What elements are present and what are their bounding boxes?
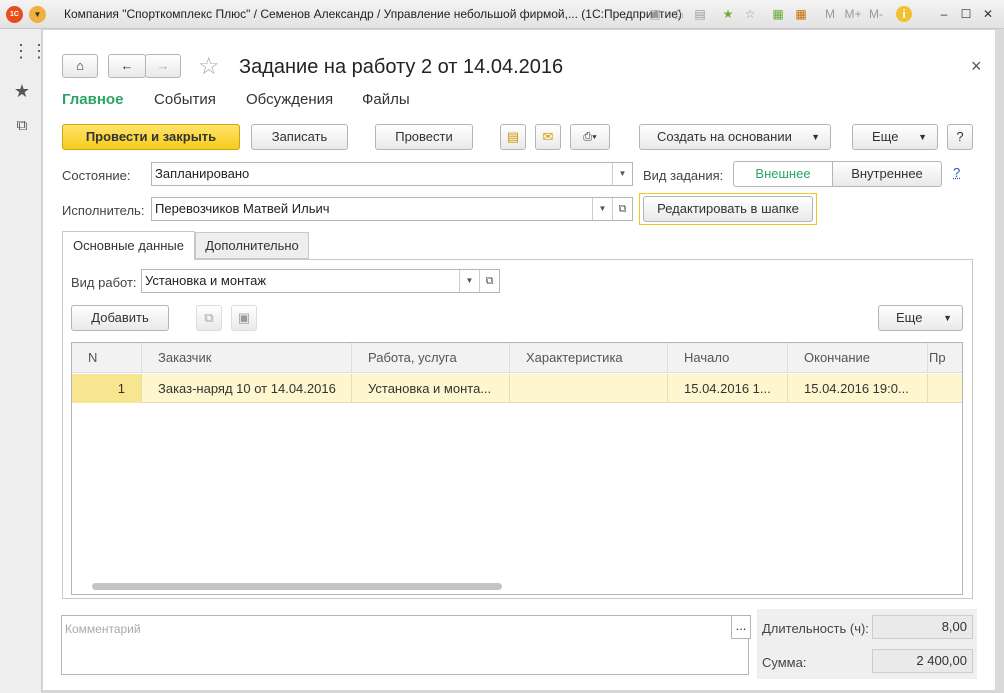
window-title: Компания "Спорткомплекс Плюс" / Семенов … — [64, 7, 682, 21]
task-type-external-toggle[interactable]: Внешнее — [733, 161, 833, 187]
favorites-add-icon[interactable]: ★ — [720, 6, 736, 22]
window-border — [995, 29, 1004, 693]
tab-files[interactable]: Файлы — [362, 91, 410, 108]
task-type-help-link[interactable]: ? — [953, 165, 960, 180]
executor-label: Исполнитель: — [62, 203, 145, 218]
calendar-icon[interactable]: ▦ — [793, 6, 809, 22]
help-button[interactable]: ? — [947, 124, 973, 150]
post-button[interactable]: Провести — [375, 124, 473, 150]
open-icon[interactable]: ⧉ — [612, 198, 632, 220]
tab-events[interactable]: События — [154, 91, 216, 108]
tab-discussions[interactable]: Обсуждения — [246, 91, 333, 108]
task-type-internal-toggle[interactable]: Внутреннее — [832, 161, 942, 187]
print-icon[interactable]: ⎙ — [670, 6, 686, 22]
column-header-more[interactable]: Пр — [928, 343, 962, 373]
memory-m-button[interactable]: M — [822, 6, 838, 22]
main-menu-icon[interactable]: ▼ — [29, 6, 46, 23]
sidebar: ⋮⋮ ★ ⧉ — [0, 29, 48, 693]
memory-minus-button[interactable]: M- — [866, 6, 886, 22]
state-label: Состояние: — [62, 168, 131, 183]
column-header-characteristic[interactable]: Характеристика — [510, 343, 668, 373]
email-icon[interactable]: ✉ — [535, 124, 561, 150]
state-value: Запланировано — [155, 166, 250, 181]
cell-characteristic — [510, 374, 668, 403]
favorite-star-icon[interactable]: ☆ — [198, 52, 220, 81]
copy-icon[interactable]: ⧉ — [196, 305, 222, 331]
works-table: N Заказчик Работа, услуга Характеристика… — [71, 342, 963, 595]
column-header-n[interactable]: N — [72, 343, 142, 373]
chevron-down-icon[interactable]: ▼ — [592, 198, 612, 220]
info-icon[interactable]: i — [896, 6, 912, 22]
tab-basic-data[interactable]: Основные данные — [62, 231, 195, 260]
forward-button[interactable]: → — [145, 54, 181, 78]
open-icon[interactable]: ⧉ — [479, 270, 499, 292]
comment-placeholder: Комментарий — [65, 622, 141, 636]
more-button[interactable]: Еще ▼ — [852, 124, 938, 150]
edit-in-header-button[interactable]: Редактировать в шапке — [643, 196, 813, 222]
title-bar: 1С ▼ Компания "Спорткомплекс Плюс" / Сем… — [0, 0, 1004, 29]
chevron-down-icon[interactable]: ▼ — [459, 270, 479, 292]
column-header-customer[interactable]: Заказчик — [142, 343, 352, 373]
maximize-icon[interactable]: ☐ — [958, 6, 974, 22]
paste-icon[interactable]: ▣ — [231, 305, 257, 331]
cell-customer: Заказ-наряд 10 от 14.04.2016 — [142, 374, 352, 403]
cell-n: 1 — [72, 374, 142, 403]
back-button[interactable]: ← — [108, 54, 146, 78]
add-button[interactable]: Добавить — [71, 305, 169, 331]
chevron-down-icon: ▼ — [811, 132, 820, 142]
close-form-icon[interactable]: × — [971, 56, 982, 77]
bookmark-icon[interactable]: ☆ — [742, 6, 758, 22]
close-window-icon[interactable]: ✕ — [980, 6, 996, 22]
form-area: ⌂ ← → ☆ Задание на работу 2 от 14.04.201… — [43, 30, 995, 690]
duration-label: Длительность (ч): — [762, 621, 869, 636]
home-button[interactable]: ⌂ — [62, 54, 98, 78]
minimize-icon[interactable]: – — [936, 6, 952, 22]
table-row[interactable]: 1 Заказ-наряд 10 от 14.04.2016 Установка… — [72, 374, 962, 403]
save-button[interactable]: Записать — [251, 124, 348, 150]
memory-plus-button[interactable]: M+ — [842, 6, 864, 22]
calculator-icon[interactable]: ▦ — [770, 6, 786, 22]
table-more-button[interactable]: Еще ▼ — [878, 305, 963, 331]
history-icon[interactable]: ⧉ — [12, 117, 32, 137]
more-label: Еще — [872, 129, 899, 144]
post-and-close-button[interactable]: Провести и закрыть — [62, 124, 240, 150]
chevron-down-icon: ▼ — [918, 132, 927, 142]
apps-grid-icon[interactable]: ⋮⋮ — [12, 41, 48, 61]
chevron-down-icon[interactable]: ▼ — [612, 163, 632, 185]
executor-value: Перевозчиков Матвей Ильич — [155, 201, 330, 216]
cell-more — [928, 374, 962, 403]
report-icon[interactable]: ▤ — [500, 124, 526, 150]
work-type-value: Установка и монтаж — [145, 273, 267, 288]
favorites-star-icon[interactable]: ★ — [12, 81, 32, 101]
work-type-label: Вид работ: — [71, 275, 137, 290]
tab-main[interactable]: Главное — [62, 91, 123, 108]
state-field[interactable]: Запланировано ▼ — [151, 162, 633, 186]
sum-label: Сумма: — [762, 655, 807, 670]
cell-work: Установка и монта... — [352, 374, 510, 403]
chevron-down-icon: ▼ — [943, 313, 952, 323]
print-dropdown-button[interactable]: ⎙▾ — [570, 124, 610, 150]
executor-field[interactable]: Перевозчиков Матвей Ильич ▼ ⧉ — [151, 197, 633, 221]
page-title: Задание на работу 2 от 14.04.2016 — [239, 56, 564, 78]
preview-icon[interactable]: ▤ — [692, 6, 708, 22]
1c-logo-icon: 1С — [6, 6, 23, 23]
table-more-label: Еще — [896, 310, 923, 325]
cell-start: 15.04.2016 1... — [668, 374, 788, 403]
sum-value: 2 400,00 — [872, 649, 973, 673]
duration-value: 8,00 — [872, 615, 973, 639]
create-based-on-button[interactable]: Создать на основании ▼ — [639, 124, 831, 150]
save-icon[interactable]: ▣ — [647, 6, 663, 22]
column-header-end[interactable]: Окончание — [788, 343, 928, 373]
work-type-field[interactable]: Установка и монтаж ▼ ⧉ — [141, 269, 500, 293]
column-header-work[interactable]: Работа, услуга — [352, 343, 510, 373]
task-type-label: Вид задания: — [643, 168, 724, 183]
horizontal-scrollbar[interactable] — [92, 583, 502, 590]
create-based-on-label: Создать на основании — [657, 129, 792, 144]
column-header-start[interactable]: Начало — [668, 343, 788, 373]
comment-field[interactable]: Комментарий — [61, 615, 749, 675]
table-header: N Заказчик Работа, услуга Характеристика… — [72, 343, 962, 373]
cell-end: 15.04.2016 19:0... — [788, 374, 928, 403]
tab-additional[interactable]: Дополнительно — [195, 232, 309, 259]
comment-expand-button[interactable]: ... — [731, 615, 751, 639]
